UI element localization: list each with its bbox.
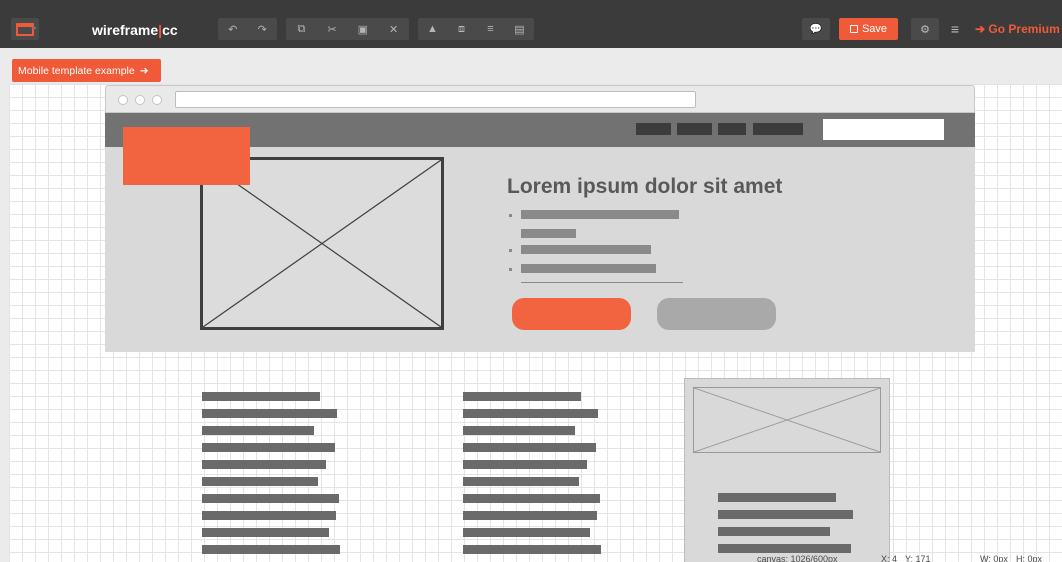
save-label: Save: [861, 23, 888, 35]
lock-icon[interactable]: ▲: [418, 18, 447, 40]
text-line-placeholder[interactable]: [463, 545, 601, 554]
bullet-dot: [509, 268, 512, 271]
text-line-placeholder[interactable]: [202, 443, 335, 452]
card-image-placeholder[interactable]: [693, 387, 881, 453]
text-line-placeholder[interactable]: [718, 544, 851, 553]
go-premium-link[interactable]: ➔ Go Premium: [975, 22, 1060, 36]
cross-icon: [694, 388, 880, 452]
nav-link-placeholder[interactable]: [753, 123, 803, 135]
text-line-placeholder[interactable]: [202, 426, 314, 435]
text-line-placeholder[interactable]: [521, 210, 679, 219]
nav-link-placeholder[interactable]: [677, 123, 712, 135]
cut-icon[interactable]: ✂: [317, 18, 348, 40]
width-readout: W: 0px: [980, 554, 1008, 562]
bullet-dot: [509, 214, 512, 217]
text-line-placeholder[interactable]: [463, 511, 597, 520]
divider: [521, 282, 683, 283]
window-dot-icon: [135, 95, 145, 105]
bullet-dot: [509, 249, 512, 252]
text-line-placeholder[interactable]: [202, 392, 320, 401]
text-line-placeholder[interactable]: [202, 511, 336, 520]
hero-title[interactable]: Lorem ipsum dolor sit amet: [507, 175, 782, 199]
brand-text: wireframe: [92, 22, 159, 38]
nav-link-placeholder[interactable]: [636, 123, 671, 135]
paste-icon[interactable]: ▣: [348, 18, 379, 40]
text-line-placeholder[interactable]: [463, 460, 587, 469]
duplicate-icon[interactable]: ⧈: [447, 18, 476, 40]
group-icon[interactable]: ▤: [505, 18, 534, 40]
caret-down-icon: [31, 27, 37, 30]
secondary-button-placeholder[interactable]: [657, 298, 776, 330]
template-label: Mobile template example: [18, 64, 135, 77]
menu-button[interactable]: ≡: [945, 18, 965, 40]
copy-icon[interactable]: ⧉: [286, 18, 317, 40]
content-card-placeholder[interactable]: [684, 378, 890, 562]
premium-label: Go Premium: [988, 22, 1060, 36]
arrow-right-icon: ➔: [975, 22, 986, 36]
main-toolbar: wireframe|cc ↶ ↷ ⧉ ✂ ▣ ✕ ▲ ⧈ ≡ ▤ 💬 Save …: [0, 0, 1062, 48]
x-coordinate-readout: X: 4: [881, 554, 898, 562]
hero-section[interactable]: Lorem ipsum dolor sit amet: [105, 127, 975, 352]
window-dot-icon: [118, 95, 128, 105]
nav-link-placeholder[interactable]: [718, 123, 746, 135]
align-icon[interactable]: ≡: [476, 18, 505, 40]
url-bar-placeholder[interactable]: [175, 91, 696, 108]
save-button[interactable]: Save: [839, 18, 898, 40]
text-line-placeholder[interactable]: [718, 493, 836, 502]
height-readout: H: 0px: [1016, 554, 1043, 562]
text-line-placeholder[interactable]: [463, 443, 596, 452]
comment-button[interactable]: 💬: [802, 18, 830, 40]
text-line-placeholder[interactable]: [202, 545, 340, 554]
logo-placeholder[interactable]: [123, 127, 250, 185]
text-line-placeholder[interactable]: [202, 528, 329, 537]
disk-icon: [849, 25, 858, 33]
text-line-placeholder[interactable]: [521, 229, 576, 238]
arrow-right-icon: ➔: [139, 64, 149, 77]
text-line-placeholder[interactable]: [202, 409, 337, 418]
text-line-placeholder[interactable]: [202, 494, 339, 503]
arrange-group: ▲ ⧈ ≡ ▤: [418, 18, 534, 40]
browser-chrome[interactable]: [105, 85, 975, 113]
primary-button-placeholder[interactable]: [512, 298, 631, 330]
text-line-placeholder[interactable]: [718, 527, 830, 536]
edit-group: ⧉ ✂ ▣ ✕: [286, 18, 409, 40]
text-line-placeholder[interactable]: [718, 510, 853, 519]
text-line-placeholder[interactable]: [521, 245, 651, 254]
text-line-placeholder[interactable]: [463, 528, 590, 537]
comment-icon: 💬: [809, 23, 823, 35]
hamburger-icon: ≡: [950, 21, 960, 37]
cross-icon: [203, 160, 441, 327]
nav-search-placeholder[interactable]: [823, 119, 944, 140]
design-canvas[interactable]: Lorem ipsum dolor sit amet: [9, 84, 1062, 562]
redo-icon[interactable]: ↷: [248, 18, 278, 40]
text-line-placeholder[interactable]: [202, 477, 318, 486]
brand-suffix: cc: [162, 22, 178, 38]
y-coordinate-readout: Y: 171: [905, 554, 931, 562]
text-line-placeholder[interactable]: [463, 426, 575, 435]
gear-icon: ⚙: [920, 23, 930, 36]
template-example-button[interactable]: Mobile template example ➔: [12, 59, 161, 82]
settings-button[interactable]: ⚙: [911, 18, 939, 40]
canvas-size-readout: canvas: 1026/600px: [757, 554, 838, 562]
undo-icon[interactable]: ↶: [218, 18, 248, 40]
browser-window-mockup[interactable]: Lorem ipsum dolor sit amet: [105, 85, 975, 562]
delete-icon[interactable]: ✕: [378, 18, 409, 40]
text-line-placeholder[interactable]: [202, 460, 326, 469]
text-line-placeholder[interactable]: [521, 264, 656, 273]
brand-logo: wireframe|cc: [92, 22, 178, 38]
app-menu-button[interactable]: [11, 18, 39, 40]
text-line-placeholder[interactable]: [463, 494, 600, 503]
text-line-placeholder[interactable]: [463, 392, 581, 401]
text-line-placeholder[interactable]: [463, 409, 598, 418]
text-line-placeholder[interactable]: [463, 477, 579, 486]
window-dot-icon: [152, 95, 162, 105]
history-group: ↶ ↷: [218, 18, 277, 40]
